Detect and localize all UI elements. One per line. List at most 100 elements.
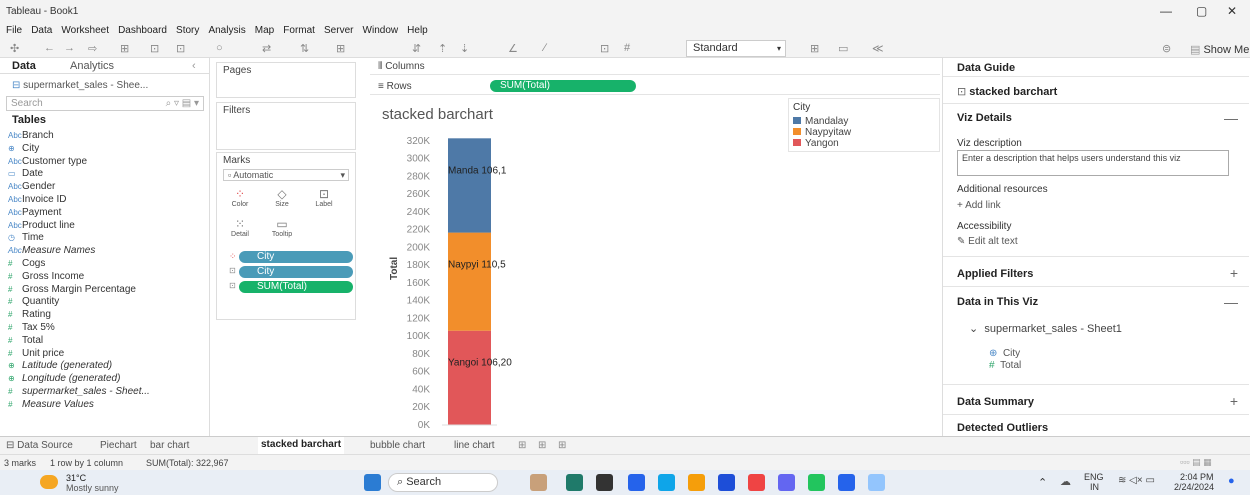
wifi-volume-battery-icon[interactable]: ≋ ◁× ▭ <box>1118 475 1155 486</box>
field-gender[interactable]: AbcGender <box>8 181 55 192</box>
new-sheet-icon[interactable]: ⊡ <box>176 42 185 55</box>
collapse-icon[interactable]: — <box>1224 110 1238 126</box>
pages-card[interactable]: Pages <box>216 62 356 98</box>
field-gross-margin-percentage[interactable]: # Gross Margin Percentage <box>8 284 136 295</box>
field-supermarket-sales-sheet[interactable]: # supermarket_sales - Sheet... <box>8 386 150 397</box>
menu-server[interactable]: Server <box>324 24 353 38</box>
add-link-button[interactable]: + Add link <box>957 200 1001 211</box>
bar-segment-naypyitaw[interactable] <box>448 232 491 331</box>
field-payment[interactable]: AbcPayment <box>8 207 61 218</box>
tab-stacked-barchart[interactable]: stacked barchart <box>258 437 345 455</box>
rows-sum-total-pill[interactable]: SUM(Total) <box>490 80 636 92</box>
columns-shelf[interactable]: ⦀ Columns <box>370 58 940 75</box>
clear-icon[interactable]: ○ <box>216 42 223 54</box>
collapse-icon[interactable]: ‹ <box>192 60 196 72</box>
legend-item-yangon[interactable]: Yangon <box>793 138 839 149</box>
windows-start-icon[interactable] <box>364 474 381 491</box>
minimize-button[interactable]: — <box>1160 4 1172 18</box>
field-longitude-generated[interactable]: ⊕ Longitude (generated) <box>8 373 120 384</box>
field-customer-type[interactable]: AbcCustomer type <box>8 156 87 167</box>
menu-help[interactable]: Help <box>407 24 428 38</box>
fix-axes-icon[interactable]: # <box>624 42 630 54</box>
tab-analytics[interactable]: Analytics <box>70 60 114 72</box>
menu-format[interactable]: Format <box>283 24 315 38</box>
menu-map[interactable]: Map <box>255 24 274 38</box>
view-toggle-icon[interactable]: ▫▫▫ ▤ ▦ <box>1180 457 1212 468</box>
restore-button[interactable]: ▢ <box>1196 4 1207 18</box>
new-story-icon[interactable]: ⊞ <box>558 440 566 451</box>
sum-total-label-pill[interactable]: SUM(Total) <box>239 281 353 293</box>
undo-icon[interactable]: ← <box>44 42 55 54</box>
field-measure-values[interactable]: # Measure Values <box>8 399 94 410</box>
legend-item-mandalay[interactable]: Mandalay <box>793 116 848 127</box>
pen-icon[interactable]: ∕ <box>544 42 546 54</box>
detected-outliers-header[interactable]: Detected Outliers <box>957 422 1048 434</box>
plus-icon[interactable]: + <box>1230 393 1238 409</box>
totals-icon[interactable]: ⇵ <box>412 42 421 55</box>
viz-description-input[interactable]: Enter a description that helps users und… <box>957 150 1229 176</box>
group-icon[interactable]: ⊞ <box>336 42 345 55</box>
show-cards-icon[interactable]: ⊞ <box>810 42 819 55</box>
app-icon[interactable] <box>748 474 765 491</box>
menu-worksheet[interactable]: Worksheet <box>61 24 109 38</box>
file-explorer-icon[interactable] <box>688 474 705 491</box>
fit-dropdown[interactable]: Standard ▾ <box>686 40 786 57</box>
notification-icon[interactable]: ● <box>1228 475 1235 487</box>
bar-segment-yangon[interactable] <box>448 330 491 425</box>
redo-icon[interactable]: → <box>64 42 75 54</box>
tab-data[interactable]: Data <box>12 60 36 72</box>
bar-segment-mandalay[interactable] <box>448 138 491 233</box>
city-color-pill[interactable]: City <box>239 251 353 263</box>
taskbar-search[interactable]: ⌕ Search <box>388 473 498 492</box>
new-dashboard-icon[interactable]: ⊞ <box>538 440 546 451</box>
field-total[interactable]: # Total <box>8 335 43 346</box>
field-product-line[interactable]: AbcProduct line <box>8 220 75 231</box>
tab-line-chart[interactable]: line chart <box>454 440 495 451</box>
stacked-bar-chart[interactable]: 0K 20K 40K 60K 80K 100K 120K 140K 160K 180K 200K 22… <box>370 96 786 436</box>
edge-icon[interactable] <box>658 474 675 491</box>
app-icon[interactable] <box>778 474 795 491</box>
sort-asc-icon[interactable]: ⇡ <box>438 42 447 55</box>
field-city[interactable]: ⊕ City <box>8 143 39 154</box>
chrome-icon[interactable] <box>808 474 825 491</box>
color-legend[interactable]: City Mandalay Naypyitaw Yangon <box>788 98 940 152</box>
collapse-icon[interactable]: — <box>1224 294 1238 310</box>
swap-icon[interactable]: ⇄ <box>262 42 271 55</box>
tab-piechart[interactable]: Piechart <box>100 440 137 451</box>
field-latitude-generated[interactable]: ⊕ Latitude (generated) <box>8 360 112 371</box>
weather-desc[interactable]: Mostly sunny <box>66 483 119 493</box>
field-cogs[interactable]: # Cogs <box>8 258 45 269</box>
field-invoice-id[interactable]: AbcInvoice ID <box>8 194 66 205</box>
close-button[interactable]: ✕ <box>1227 4 1237 18</box>
menu-data[interactable]: Data <box>31 24 52 38</box>
tab-bubble-chart[interactable]: bubble chart <box>370 440 425 451</box>
sort-icon[interactable]: ⇅ <box>300 42 309 55</box>
data-summary-header[interactable]: Data Summary <box>957 396 1034 408</box>
menu-story[interactable]: Story <box>176 24 199 38</box>
tableau-icon[interactable] <box>868 474 885 491</box>
clock-date[interactable]: 2/24/2024 <box>1174 482 1214 492</box>
share-icon[interactable]: ≪ <box>872 42 884 55</box>
tab-bar-chart[interactable]: bar chart <box>150 440 189 451</box>
tab-data-source[interactable]: ⊟ Data Source <box>6 440 73 451</box>
labels-icon[interactable]: ⊡ <box>600 42 609 55</box>
word-icon[interactable] <box>838 474 855 491</box>
app-icon[interactable] <box>530 474 547 491</box>
show-me-button[interactable]: ▤ Show Me <box>1190 43 1249 56</box>
app-icon[interactable] <box>566 474 583 491</box>
applied-filters-header[interactable]: Applied Filters <box>957 268 1033 280</box>
search-input[interactable]: Search ⌕ ▿ ▤ ▾ <box>6 96 204 111</box>
field-quantity[interactable]: # Quantity <box>8 296 59 307</box>
plus-icon[interactable]: + <box>1230 265 1238 281</box>
tooltip-button[interactable]: ▭ Tooltip <box>267 217 297 238</box>
rows-shelf[interactable]: ≡ Rows SUM(Total) <box>370 78 940 95</box>
edit-alt-text-button[interactable]: ✎ Edit alt text <box>957 236 1018 247</box>
city-label-pill[interactable]: City <box>239 266 353 278</box>
pause-updates-icon[interactable]: ⊡ <box>150 42 159 55</box>
data-source-name[interactable]: ⊟ supermarket_sales - Shee... <box>12 80 148 91</box>
field-branch[interactable]: AbcBranch <box>8 130 54 141</box>
field-gross-income[interactable]: # Gross Income <box>8 271 84 282</box>
presentation-icon[interactable]: ▭ <box>838 42 848 55</box>
chevron-up-icon[interactable]: ⌃ <box>1038 476 1047 489</box>
show-me-toggle-icon[interactable]: ⊜ <box>1162 42 1171 55</box>
